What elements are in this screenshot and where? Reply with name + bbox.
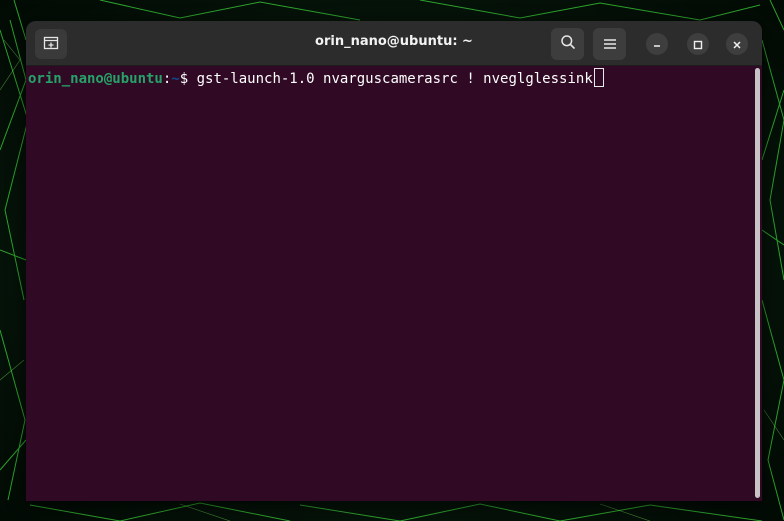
window-titlebar[interactable]: orin_nano@ubuntu: ~ (26, 21, 762, 66)
close-button[interactable] (726, 33, 748, 55)
menu-button[interactable] (593, 28, 626, 60)
prompt-path: ~ (171, 71, 180, 87)
close-icon (732, 35, 742, 54)
terminal-window: orin_nano@ubuntu: ~ orin_nano@ubuntu:~$ … (26, 21, 762, 501)
maximize-button[interactable] (687, 33, 709, 55)
prompt-symbol: $ (179, 71, 197, 87)
maximize-icon (693, 35, 703, 54)
minimize-button[interactable] (646, 33, 668, 55)
new-tab-icon (43, 35, 59, 54)
search-icon (560, 34, 576, 54)
terminal-scrollbar[interactable] (755, 68, 760, 498)
new-tab-button[interactable] (35, 29, 67, 59)
terminal-output[interactable]: orin_nano@ubuntu:~$ gst-launch-1.0 nvarg… (26, 66, 762, 501)
terminal-cursor (593, 68, 604, 87)
command-text: gst-launch-1.0 nvarguscamerasrc ! nveglg… (196, 71, 593, 87)
prompt-user: orin_nano@ubuntu (28, 71, 163, 87)
search-button[interactable] (551, 28, 584, 60)
hamburger-menu-icon (603, 35, 617, 54)
minimize-icon (652, 35, 662, 54)
